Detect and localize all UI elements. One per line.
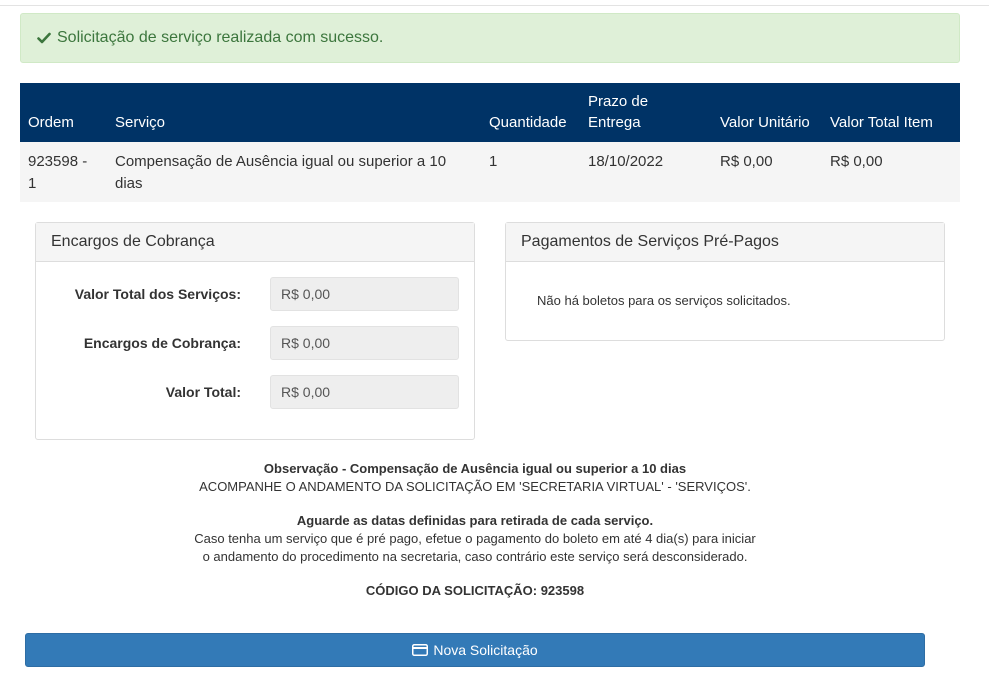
encargos-cobranca-field: R$ 0,00 [270,326,459,360]
no-boletos-message: Não há boletos para os serviços solicita… [537,293,791,308]
observacao-text: ACOMPANHE O ANDAMENTO DA SOLICITAÇÃO EM … [199,479,751,494]
nova-solicitacao-label: Nova Solicitação [433,642,538,658]
top-divider [0,5,989,6]
observacao-title: Observação - Compensação de Ausência igu… [263,461,687,476]
valor-total-row: Valor Total: R$ 0,00 [36,375,474,409]
valor-total-label: Valor Total: [165,384,241,400]
encargos-cobranca-row: Encargos de Cobrança: R$ 0,00 [36,326,474,360]
col-valor-unitario: Valor Unitário [720,114,810,131]
encargos-cobranca-label: Encargos de Cobrança: [83,335,241,351]
valor-total-servicos-row: Valor Total dos Serviços: R$ 0,00 [36,277,474,311]
cell-ordem: 923598 - 1 [28,153,88,192]
aguarde-line-1: Caso tenha um serviço que é pré pago, ef… [194,531,756,546]
cell-quantidade: 1 [489,153,498,170]
valor-total-servicos-field: R$ 0,00 [270,277,459,311]
cell-valor-unitario: R$ 0,00 [720,153,773,170]
codigo-solicitacao: CÓDIGO DA SOLICITAÇÃO: 923598 [365,583,585,598]
valor-total-field: R$ 0,00 [270,375,459,409]
credit-card-icon [412,644,429,656]
valor-total-servicos-label: Valor Total dos Serviços: [74,286,241,302]
encargos-panel-title: Encargos de Cobrança [36,223,474,262]
success-alert: Solicitação de serviço realizada com suc… [20,13,960,63]
aguarde-title: Aguarde as datas definidas para retirada… [296,513,654,528]
col-valor-total-item: Valor Total Item [830,114,933,131]
pagamentos-panel: Pagamentos de Serviços Pré-Pagos Não há … [505,222,945,341]
services-table: Ordem Serviço Quantidade Prazo de Entreg… [20,83,960,202]
col-quantidade: Quantidade [489,114,567,131]
aguarde-line-2: o andamento do procedimento na secretari… [202,549,748,564]
cell-prazo-entrega: 18/10/2022 [588,153,664,170]
col-prazo-entrega: Prazo de Entrega [588,93,649,131]
col-ordem: Ordem [28,114,74,131]
notes-section: Observação - Compensação de Ausência igu… [0,460,950,600]
cell-valor-total-item: R$ 0,00 [830,153,883,170]
pagamentos-panel-title: Pagamentos de Serviços Pré-Pagos [506,223,944,262]
cell-servico: Compensação de Ausência igual ou superio… [115,153,447,192]
encargos-panel: Encargos de Cobrança Valor Total dos Ser… [35,222,475,440]
table-header-row: Ordem Serviço Quantidade Prazo de Entreg… [20,83,960,142]
nova-solicitacao-button[interactable]: Nova Solicitação [25,633,925,667]
check-icon [37,32,51,44]
alert-message: Solicitação de serviço realizada com suc… [57,29,384,46]
col-servico: Serviço [115,114,166,131]
table-row: 923598 - 1 Compensação de Ausência igual… [20,142,960,202]
